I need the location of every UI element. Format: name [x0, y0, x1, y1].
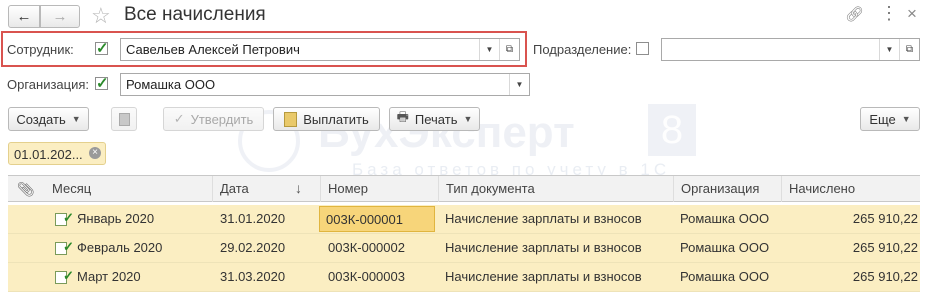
- paperclip-icon: 📎︎: [17, 181, 35, 197]
- pay-label: Выплатить: [303, 111, 369, 127]
- cell-month: Январь 2020: [77, 211, 155, 226]
- pay-icon: [284, 111, 298, 127]
- cell-doc-type: Начисление зарплаты и взносов: [445, 240, 642, 255]
- table-row[interactable]: ✓ Февраль 2020 29.02.2020 003К-000002 На…: [8, 234, 920, 263]
- chevron-down-icon[interactable]: ▼: [879, 39, 899, 60]
- cell-number: 003К-000002: [328, 240, 405, 255]
- table-row[interactable]: ✓ Январь 2020 31.01.2020 003К-000001 Нач…: [8, 205, 920, 234]
- organization-checkbox[interactable]: ✓: [95, 75, 109, 92]
- cell-month: Февраль 2020: [77, 240, 163, 255]
- more-button[interactable]: Еще ▼: [860, 107, 920, 131]
- organization-value: Ромашка ООО: [126, 77, 216, 92]
- kebab-menu-icon[interactable]: ⋮: [880, 3, 898, 24]
- cell-doc-type: Начисление зарплаты и взносов: [445, 211, 642, 226]
- employee-checkbox[interactable]: ✓: [95, 40, 109, 57]
- column-header-accrued[interactable]: Начислено: [781, 176, 920, 202]
- cell-accrued: 265 910,22: [852, 211, 918, 226]
- watermark-number: 8: [648, 104, 696, 156]
- filter-chip[interactable]: 01.01.202... ×: [8, 142, 106, 165]
- posted-check-icon: ✓: [63, 210, 74, 225]
- arrow-right-icon: →: [52, 8, 68, 25]
- create-label: Создать: [16, 111, 66, 127]
- filter-chip-label: 01.01.202...: [14, 147, 83, 162]
- cell-doc-type: Начисление зарплаты и взносов: [445, 269, 642, 284]
- cell-month: Март 2020: [77, 269, 141, 284]
- document-copy-icon: [118, 112, 130, 126]
- cell-accrued: 265 910,22: [852, 240, 918, 255]
- employee-field[interactable]: Савельев Алексей Петрович ▼ ⧉: [120, 38, 520, 61]
- column-header-organization[interactable]: Организация: [673, 176, 782, 202]
- chevron-down-icon[interactable]: ▼: [509, 74, 529, 95]
- table-bottom-border: [8, 292, 920, 301]
- forward-button[interactable]: →: [40, 5, 80, 28]
- check-icon: ✓: [96, 75, 109, 92]
- approve-button[interactable]: ✓ Утвердить: [163, 107, 264, 131]
- checkmark-icon: ✓: [173, 111, 185, 126]
- printer-icon: 🖶: [396, 109, 409, 124]
- cell-organization: Ромашка ООО: [680, 269, 770, 284]
- create-button[interactable]: Создать ▼: [8, 107, 89, 131]
- copy-button[interactable]: [111, 107, 137, 131]
- open-icon[interactable]: ⧉: [499, 39, 519, 60]
- organization-field[interactable]: Ромашка ООО ▼: [120, 73, 530, 96]
- column-header-month[interactable]: Месяц: [45, 176, 213, 202]
- check-icon: ✓: [96, 40, 109, 57]
- window-title: Все начисления: [124, 4, 266, 25]
- posted-check-icon: ✓: [63, 268, 74, 283]
- chevron-down-icon: ▼: [71, 114, 81, 124]
- approve-label: Утвердить: [190, 111, 254, 127]
- close-icon[interactable]: ×: [907, 4, 917, 24]
- division-field[interactable]: ▼ ⧉: [661, 38, 920, 61]
- sort-down-icon: ↓: [295, 180, 302, 196]
- open-icon[interactable]: ⧉: [899, 39, 919, 60]
- cell-number: 003К-000003: [328, 269, 405, 284]
- back-button[interactable]: ←: [8, 5, 40, 28]
- table-row[interactable]: ✓ Март 2020 31.03.2020 003К-000003 Начис…: [8, 263, 920, 292]
- print-label: Печать: [414, 111, 458, 127]
- table-header: 📎︎ Месяц Дата ↓ Номер Тип документа Орга…: [8, 175, 920, 202]
- employee-value: Савельев Алексей Петрович: [126, 42, 300, 57]
- favorite-star-icon[interactable]: ☆: [91, 3, 111, 29]
- organization-label: Организация:: [7, 77, 90, 92]
- column-header-doc-type[interactable]: Тип документа: [438, 176, 674, 202]
- cell-organization: Ромашка ООО: [680, 240, 770, 255]
- cell-date: 29.02.2020: [220, 240, 286, 255]
- column-header-number[interactable]: Номер: [320, 176, 444, 202]
- posted-check-icon: ✓: [63, 239, 74, 254]
- chevron-down-icon: ▼: [463, 114, 473, 124]
- cell-date: 31.01.2020: [220, 211, 286, 226]
- pay-button[interactable]: Выплатить: [273, 107, 380, 131]
- cell-number-selected[interactable]: 003К-000001: [319, 206, 435, 232]
- print-button[interactable]: 🖶 Печать ▼: [389, 107, 480, 131]
- arrow-left-icon: ←: [16, 8, 32, 25]
- more-label: Еще: [869, 111, 896, 127]
- cell-organization: Ромашка ООО: [680, 211, 770, 226]
- link-icon[interactable]: 🔗︎: [845, 5, 864, 23]
- attachment-column-header[interactable]: 📎︎: [8, 176, 38, 202]
- division-label: Подразделение:: [533, 42, 632, 57]
- cell-date: 31.03.2020: [220, 269, 286, 284]
- chevron-down-icon: ▼: [901, 114, 911, 124]
- column-header-date[interactable]: Дата: [212, 176, 320, 202]
- chevron-down-icon[interactable]: ▼: [479, 39, 499, 60]
- clear-icon[interactable]: ×: [89, 147, 101, 159]
- division-checkbox[interactable]: [636, 42, 649, 55]
- employee-label: Сотрудник:: [7, 42, 74, 57]
- cell-accrued: 265 910,22: [852, 269, 918, 284]
